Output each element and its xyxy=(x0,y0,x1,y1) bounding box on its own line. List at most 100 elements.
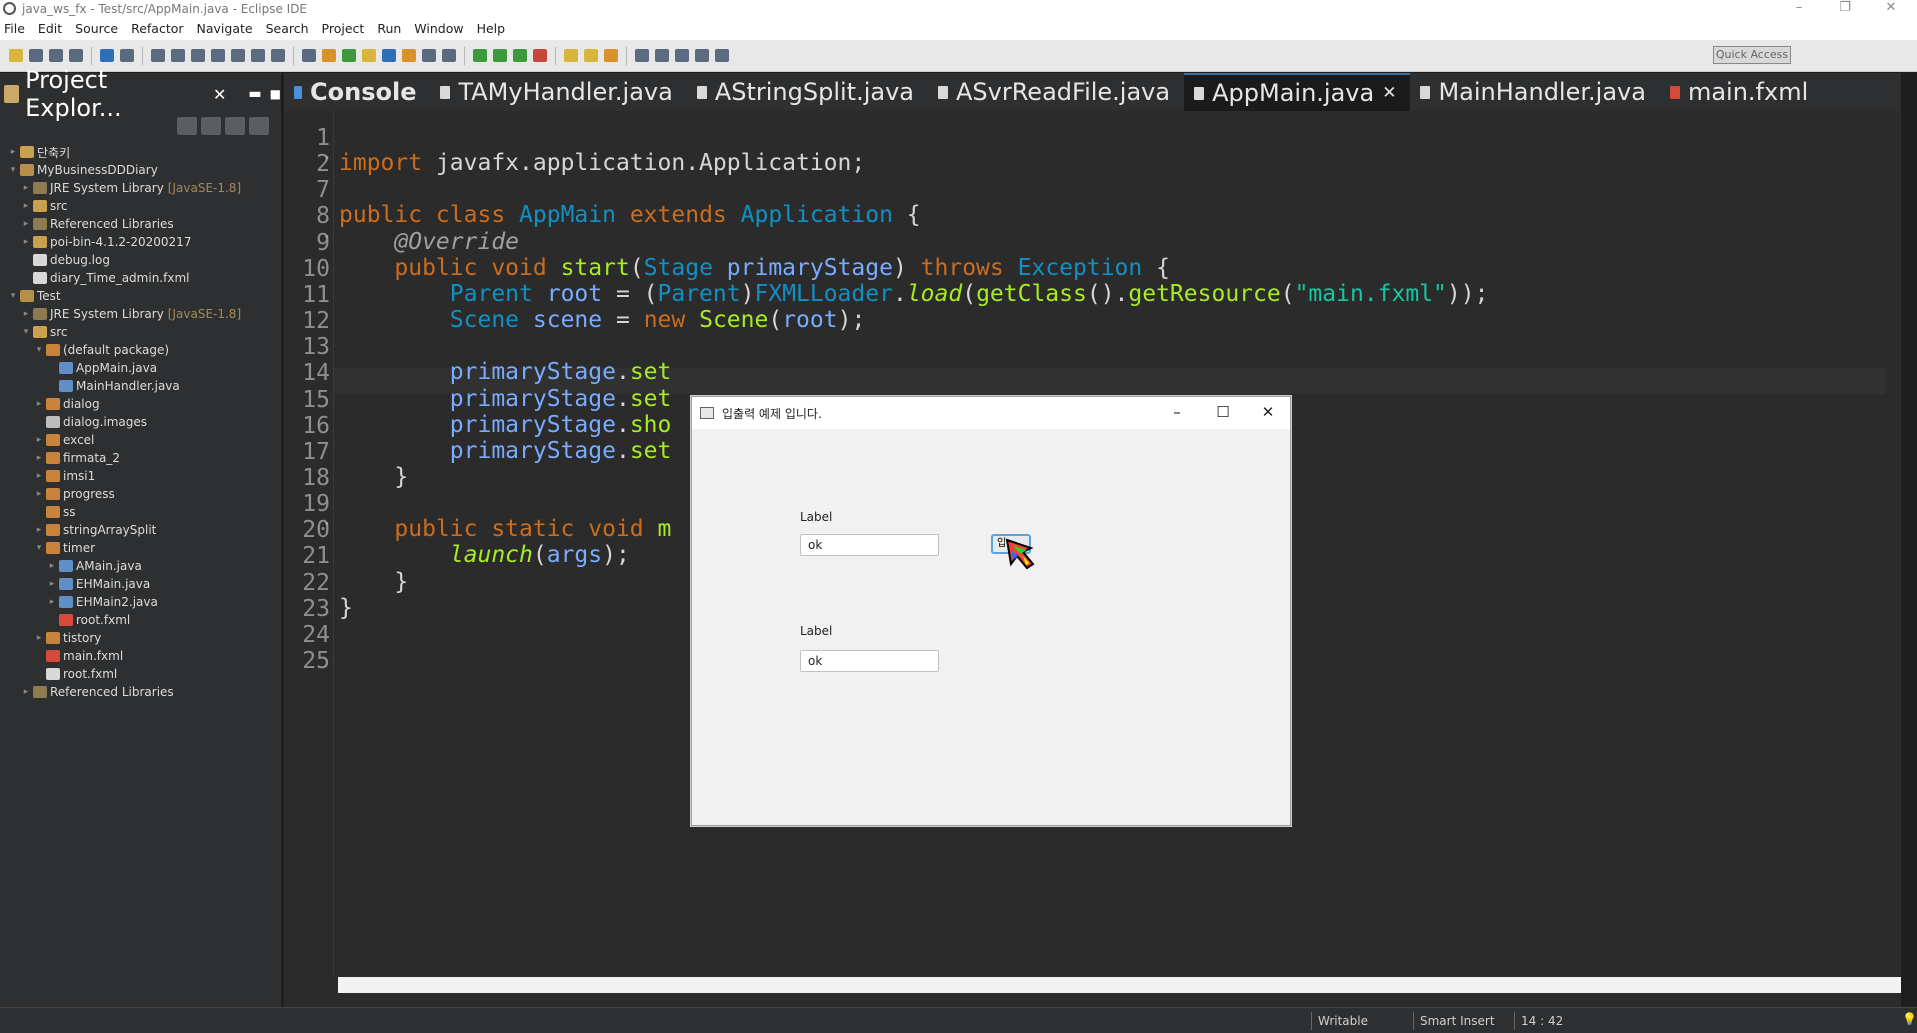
show-whitespace-icon[interactable] xyxy=(422,49,436,62)
tree-item[interactable]: diary_Time_admin.fxml xyxy=(0,269,281,287)
expand-arrow-icon[interactable]: ▸ xyxy=(34,399,44,409)
status-insert-mode[interactable]: Smart Insert xyxy=(1413,1012,1509,1030)
open-task-icon[interactable] xyxy=(322,49,336,62)
fold-marker-icon[interactable]: • xyxy=(324,519,330,530)
collapse-arrow-icon[interactable]: ▾ xyxy=(8,165,18,175)
print-icon[interactable] xyxy=(69,49,83,62)
horizontal-scrollbar[interactable] xyxy=(338,977,1901,993)
mark-occurrences-icon[interactable] xyxy=(402,49,416,62)
tree-item[interactable]: ▾ timer xyxy=(0,539,281,557)
menu-refactor[interactable]: Refactor xyxy=(131,21,183,36)
collapse-all-icon[interactable] xyxy=(177,117,197,135)
external-tools-icon[interactable] xyxy=(533,49,547,62)
expand-arrow-icon[interactable]: ▸ xyxy=(21,183,31,193)
tab-main-fxml[interactable]: main.fxml xyxy=(1660,73,1822,111)
code-line[interactable]: } xyxy=(339,595,353,621)
menu-source[interactable]: Source xyxy=(75,21,118,36)
disconnect-icon[interactable] xyxy=(211,49,225,62)
coverage-icon[interactable] xyxy=(513,49,527,62)
tree-item[interactable]: ▸ AMain.java xyxy=(0,557,281,575)
code-line[interactable]: primaryStage.set xyxy=(339,359,672,385)
expand-arrow-icon[interactable]: ▸ xyxy=(34,525,44,535)
dialog-close-icon[interactable]: ✕ xyxy=(1245,397,1291,429)
expand-arrow-icon[interactable]: ▸ xyxy=(34,435,44,445)
tab-project-explorer[interactable]: Project Explor... ✕ ▬ ■ xyxy=(0,66,281,122)
maximize-view-icon[interactable]: ■ xyxy=(270,87,281,101)
menu-run[interactable]: Run xyxy=(377,21,401,36)
code-line[interactable]: public static void m xyxy=(339,516,671,542)
forward-icon[interactable] xyxy=(715,49,729,62)
code-line[interactable]: } xyxy=(339,569,408,595)
back-icon[interactable] xyxy=(695,49,709,62)
code-line[interactable]: public void start(Stage primaryStage) th… xyxy=(339,255,1170,281)
resume-icon[interactable] xyxy=(151,49,165,62)
step-over-icon[interactable] xyxy=(251,49,265,62)
expand-arrow-icon[interactable]: ▸ xyxy=(21,201,31,211)
step-return-icon[interactable] xyxy=(271,49,285,62)
close-view-icon[interactable]: ✕ xyxy=(213,85,226,104)
menu-search[interactable]: Search xyxy=(266,21,309,36)
menu-help[interactable]: Help xyxy=(477,21,506,36)
minimize-view-icon[interactable]: ▬ xyxy=(248,86,261,102)
expand-arrow-icon[interactable]: ▸ xyxy=(47,579,57,589)
skip-breakpoints-icon[interactable] xyxy=(120,49,134,62)
tree-item[interactable]: ss xyxy=(0,503,281,521)
menu-navigate[interactable]: Navigate xyxy=(197,21,253,36)
code-line[interactable]: } xyxy=(339,464,408,490)
block-selection-icon[interactable] xyxy=(382,49,396,62)
tree-item[interactable]: ▸ poi-bin-4.1.2-20200217 xyxy=(0,233,281,251)
expand-arrow-icon[interactable]: ▸ xyxy=(34,453,44,463)
expand-arrow-icon[interactable]: ▸ xyxy=(21,219,31,229)
tree-item[interactable]: ▸ JRE System Library [JavaSE-1.8] xyxy=(0,305,281,323)
expand-arrow-icon[interactable]: ▸ xyxy=(47,561,57,571)
tree-item[interactable]: ▸ Referenced Libraries xyxy=(0,683,281,701)
tree-item[interactable]: ▸ dialog xyxy=(0,395,281,413)
tree-item[interactable]: root.fxml xyxy=(0,611,281,629)
open-type-icon[interactable] xyxy=(302,49,316,62)
tree-item[interactable]: AppMain.java xyxy=(0,359,281,377)
close-icon[interactable]: ✕ xyxy=(1871,0,1911,17)
menu-window[interactable]: Window xyxy=(414,21,463,36)
expand-arrow-icon[interactable]: ▸ xyxy=(34,633,44,643)
code-line[interactable]: Scene scene = new Scene(root); xyxy=(339,307,866,333)
tree-item[interactable]: ▸ firmata_2 xyxy=(0,449,281,467)
new-package-icon[interactable] xyxy=(584,49,598,62)
tree-item[interactable]: ▸ EHMain.java xyxy=(0,575,281,593)
expand-arrow-icon[interactable]: ▸ xyxy=(47,597,57,607)
step-into-icon[interactable] xyxy=(231,49,245,62)
fold-marker-icon[interactable]: • xyxy=(324,232,330,243)
tree-item[interactable]: ▸ EHMain2.java xyxy=(0,593,281,611)
menu-project[interactable]: Project xyxy=(322,21,365,36)
debug-icon[interactable] xyxy=(473,49,487,62)
tree-item[interactable]: ▸ tistory xyxy=(0,629,281,647)
terminal-icon[interactable] xyxy=(100,49,114,62)
menu-edit[interactable]: Edit xyxy=(38,21,62,36)
last-edit-icon[interactable] xyxy=(675,49,689,62)
expand-arrow-icon[interactable]: ▸ xyxy=(34,489,44,499)
expand-arrow-icon[interactable]: ▸ xyxy=(34,471,44,481)
tree-item[interactable]: ▸ Referenced Libraries xyxy=(0,215,281,233)
tree-item[interactable]: ▾ src xyxy=(0,323,281,341)
quick-access-field[interactable]: Quick Access xyxy=(1713,46,1791,64)
save-icon[interactable] xyxy=(29,49,43,62)
expand-arrow-icon[interactable]: ▸ xyxy=(8,147,18,157)
highlight-icon[interactable] xyxy=(362,49,376,62)
tree-item[interactable]: main.fxml xyxy=(0,647,281,665)
new-class-icon[interactable] xyxy=(604,49,618,62)
menu-file[interactable]: File xyxy=(4,21,25,36)
text-field-1[interactable]: ok xyxy=(800,534,939,556)
suspend-icon[interactable] xyxy=(171,49,185,62)
tab-mainhandler-java[interactable]: MainHandler.java xyxy=(1410,73,1660,111)
tree-item[interactable]: debug.log xyxy=(0,251,281,269)
tree-item[interactable]: ▸ imsi1 xyxy=(0,467,281,485)
collapse-arrow-icon[interactable]: ▾ xyxy=(8,291,18,301)
tip-icon[interactable]: 💡 xyxy=(1902,1012,1917,1026)
tree-item[interactable]: ▸ src xyxy=(0,197,281,215)
code-line[interactable]: launch(args); xyxy=(339,542,630,568)
fold-marker-icon[interactable]: • xyxy=(324,153,330,164)
tab-appmain-java[interactable]: AppMain.java ✕ xyxy=(1184,73,1411,111)
code-line[interactable]: Parent root = (Parent)FXMLLoader.load(ge… xyxy=(339,281,1489,307)
tree-item[interactable]: ▾ (default package) xyxy=(0,341,281,359)
view-menu-icon[interactable] xyxy=(249,117,269,135)
tree-item[interactable]: ▾ MyBusinessDDDiary xyxy=(0,161,281,179)
